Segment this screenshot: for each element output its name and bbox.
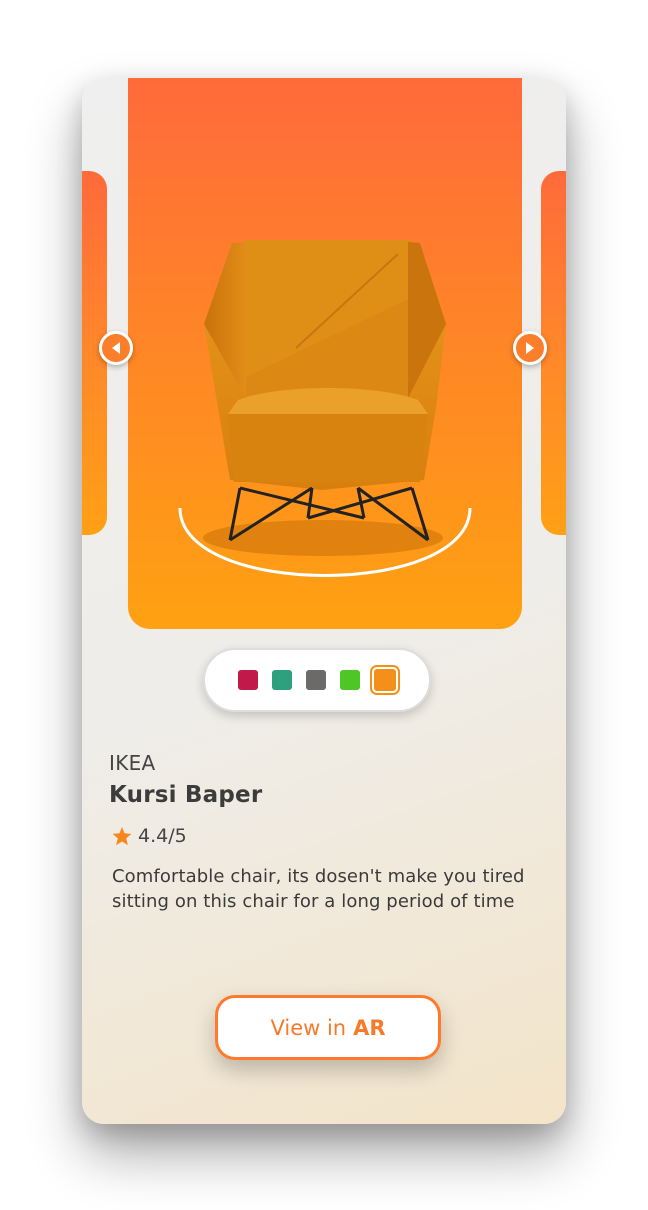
color-swatch-crimson[interactable]	[238, 670, 258, 690]
chevron-right-icon	[526, 342, 534, 354]
chair-image	[178, 240, 472, 577]
view-in-ar-button[interactable]: View in AR	[215, 995, 441, 1060]
ar-button-prefix: View in	[270, 1015, 347, 1040]
product-hero-card	[128, 78, 522, 629]
color-swatch-orange[interactable]	[374, 669, 396, 691]
product-title: Kursi Baper	[109, 782, 263, 808]
product-screen: IKEA Kursi Baper 4.4/5 Comfortable chair…	[82, 78, 566, 1124]
color-swatch-teal[interactable]	[272, 670, 292, 690]
color-selector	[203, 648, 431, 712]
color-swatch-gray[interactable]	[306, 670, 326, 690]
next-button[interactable]	[513, 331, 547, 365]
product-description: Comfortable chair, its dosen't make you …	[112, 866, 525, 912]
previous-button[interactable]	[99, 331, 133, 365]
rating-value: 4.4/5	[138, 825, 187, 847]
chevron-left-icon	[112, 342, 120, 354]
star-icon	[112, 826, 132, 845]
color-swatch-green[interactable]	[340, 670, 360, 690]
ar-button-emphasis: AR	[353, 1015, 386, 1040]
product-rating: 4.4/5	[112, 825, 187, 847]
brand-name: IKEA	[109, 751, 156, 775]
